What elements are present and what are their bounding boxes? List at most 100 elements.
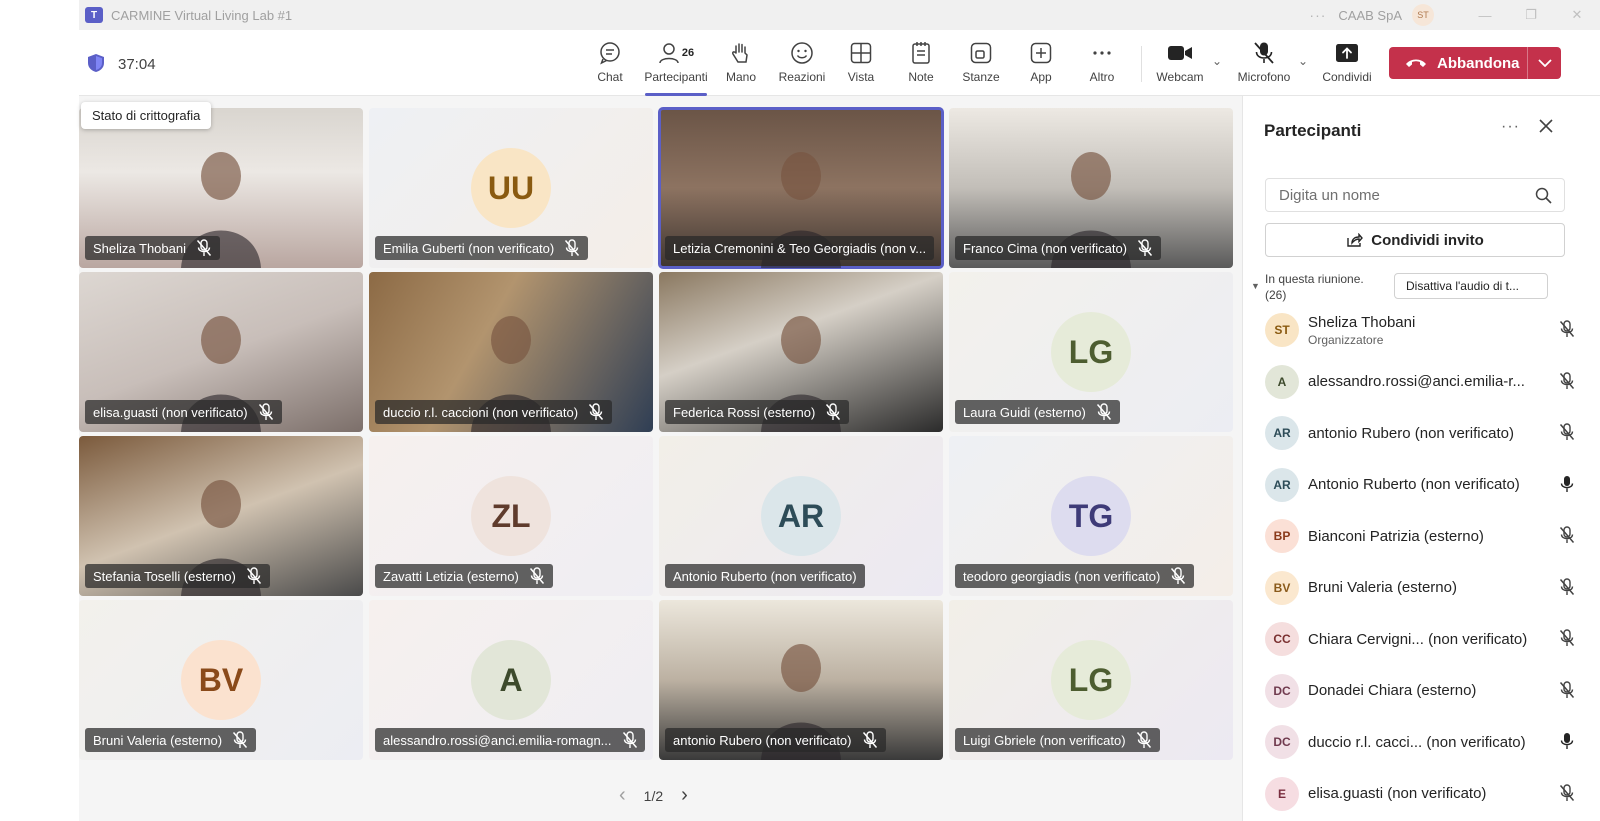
participant-avatar: BV <box>1265 570 1299 605</box>
video-tile[interactable]: duccio r.l. caccioni (non verificato) <box>369 272 653 432</box>
mic-off-icon[interactable] <box>1559 423 1575 446</box>
chat-button[interactable]: Chat <box>580 40 640 90</box>
participant-status: (esterno) <box>1416 682 1477 699</box>
rooms-label: Stanze <box>962 70 1000 84</box>
participant-row[interactable]: CC Chiara Cervigni... (non verificato) <box>1265 619 1575 659</box>
participant-text: antonio Rubero (non verificato) <box>1308 425 1514 442</box>
tile-name-label: Luigi Gbriele (non verificato) <box>955 728 1160 752</box>
video-tile[interactable]: Franco Cima (non verificato) <box>949 108 1233 268</box>
participant-text: elisa.guasti (non verificato) <box>1308 785 1486 802</box>
participant-name: Zavatti Letizia (esterno) <box>383 568 519 584</box>
left-margin <box>0 0 79 821</box>
avatar-tile[interactable]: UU Emilia Guberti (non verificato) <box>369 108 653 268</box>
notes-button[interactable]: Note <box>891 40 951 90</box>
mute-all-button[interactable]: Disattiva l'audio di t... <box>1394 273 1548 299</box>
mic-off-icon[interactable] <box>1559 371 1575 395</box>
more-button[interactable]: Altro <box>1072 40 1132 90</box>
video-tile[interactable]: antonio Rubero (non verificato) <box>659 600 943 760</box>
video-tile[interactable]: elisa.guasti (non verificato) <box>79 272 363 432</box>
chat-label: Chat <box>597 70 623 84</box>
participant-row[interactable]: BP Bianconi Patrizia (esterno) <box>1265 516 1575 556</box>
close-icon[interactable] <box>1539 119 1553 133</box>
participant-name-line: duccio r.l. cacci... (non verificato) <box>1308 734 1526 751</box>
participant-name: Donadei Chiara <box>1308 682 1413 699</box>
mic-off-icon[interactable] <box>1559 526 1575 549</box>
avatar-tile[interactable]: Aalessandro.rossi@anci.emilia-romagn... <box>369 600 653 760</box>
video-tile[interactable]: Sheliza Thobani <box>79 108 363 268</box>
video-tile[interactable]: Stefania Toselli (esterno) <box>79 436 363 596</box>
avatar-tile[interactable]: BV Bruni Valeria (esterno) <box>79 600 363 760</box>
prev-page-button[interactable]: ‹ <box>619 784 626 807</box>
reactions-button[interactable]: Reazioni <box>772 40 832 90</box>
participant-row[interactable]: AR Antonio Ruberto (non verificato) <box>1265 465 1575 505</box>
avatar-tile[interactable]: AR Antonio Ruberto (non verificato) <box>659 436 943 596</box>
participant-avatar: AR <box>1265 467 1299 502</box>
participant-row[interactable]: ST Sheliza Thobani Organizzatore <box>1265 310 1575 350</box>
participant-name: Franco Cima (non verificato) <box>963 240 1127 256</box>
maximize-button[interactable]: ❐ <box>1508 0 1554 30</box>
title-more-icon[interactable]: ··· <box>1309 7 1326 23</box>
avatar-tile[interactable]: ZL Zavatti Letizia (esterno) <box>369 436 653 596</box>
participants-label: Partecipanti <box>644 70 708 84</box>
participant-row[interactable]: Aalessandro.rossi@anci.emilia-r... <box>1265 362 1575 402</box>
leave-button[interactable]: Abbandona <box>1389 47 1561 79</box>
leave-main[interactable]: Abbandona <box>1389 55 1527 72</box>
next-page-button[interactable]: › <box>681 784 688 807</box>
microphone-options-chevron-icon[interactable]: ⌄ <box>1298 54 1308 68</box>
minimize-button[interactable]: — <box>1462 0 1508 30</box>
account-avatar[interactable]: ST <box>1412 4 1434 26</box>
video-tile[interactable]: Letizia Cremonini & Teo Georgiadis (non … <box>658 107 944 269</box>
meeting-timer: 37:04 <box>118 56 156 73</box>
mic-off-icon[interactable] <box>1559 629 1575 652</box>
org-name[interactable]: CAAB SpA <box>1338 8 1402 23</box>
rooms-button[interactable]: Stanze <box>951 40 1011 90</box>
mic-off-icon <box>1170 567 1186 585</box>
tile-name-label: duccio r.l. caccioni (non verificato) <box>375 400 613 424</box>
participant-row[interactable]: DC Donadei Chiara (esterno) <box>1265 671 1575 711</box>
avatar-tile[interactable]: LG Luigi Gbriele (non verificato) <box>949 600 1233 760</box>
participant-avatar: E <box>1265 776 1299 811</box>
tile-name-label: Franco Cima (non verificato) <box>955 236 1161 260</box>
participant-avatar: ST <box>1265 313 1299 347</box>
participant-row[interactable]: DC duccio r.l. cacci... (non verificato) <box>1265 722 1575 762</box>
raise-hand-button[interactable]: Mano <box>711 40 771 90</box>
mic-off-icon[interactable] <box>1559 783 1575 807</box>
smiley-icon <box>791 42 813 64</box>
mic-on-icon[interactable] <box>1559 475 1575 498</box>
leave-options-chevron-icon[interactable] <box>1528 59 1561 67</box>
participant-search-input[interactable]: Digita un nome <box>1265 178 1565 212</box>
avatar-tile[interactable]: TG teodoro georgiadis (non verificato) <box>949 436 1233 596</box>
mic-off-icon[interactable] <box>1559 577 1575 601</box>
webcam-button[interactable]: Webcam <box>1150 40 1210 90</box>
share-invite-button[interactable]: Condividi invito <box>1265 223 1565 257</box>
participant-avatar: AR <box>761 476 841 556</box>
view-button[interactable]: Vista <box>831 40 891 90</box>
shield-icon[interactable] <box>88 54 104 72</box>
mic-off-icon[interactable] <box>1559 320 1575 343</box>
apps-button[interactable]: App <box>1011 40 1071 90</box>
tile-name-label: Stefania Toselli (esterno) <box>85 564 270 588</box>
microphone-button[interactable]: Microfono <box>1234 40 1294 90</box>
mic-on-icon[interactable] <box>1559 732 1575 755</box>
participants-button[interactable]: 26 Partecipanti <box>644 40 708 96</box>
participant-row[interactable]: AR antonio Rubero (non verificato) <box>1265 413 1575 453</box>
participant-row[interactable]: BV Bruni Valeria (esterno) <box>1265 568 1575 608</box>
mic-off-icon[interactable] <box>1559 680 1575 704</box>
encryption-tooltip: Stato di crittografia <box>81 102 212 129</box>
share-button[interactable]: Condividi <box>1317 40 1377 90</box>
panel-more-icon[interactable]: ··· <box>1501 118 1520 136</box>
reactions-label: Reazioni <box>778 70 826 84</box>
webcam-options-chevron-icon[interactable]: ⌄ <box>1212 54 1222 68</box>
participant-avatar: BP <box>1265 519 1299 553</box>
close-window-button[interactable]: ✕ <box>1554 0 1600 30</box>
video-tile[interactable]: Federica Rossi (esterno) <box>659 272 943 432</box>
in-meeting-section-label[interactable]: In questa riunione. (26) <box>1265 271 1385 303</box>
participant-name: Luigi Gbriele (non verificato) <box>963 732 1126 748</box>
hand-icon <box>732 43 748 63</box>
participant-status: (non verificato) <box>1428 630 1528 648</box>
section-collapse-icon[interactable]: ▼ <box>1251 281 1260 291</box>
avatar-tile[interactable]: LG Laura Guidi (esterno) <box>949 272 1233 432</box>
participant-text: Donadei Chiara (esterno) <box>1308 682 1476 699</box>
participant-row[interactable]: Eelisa.guasti (non verificato) <box>1265 774 1575 814</box>
chat-icon <box>600 42 620 65</box>
